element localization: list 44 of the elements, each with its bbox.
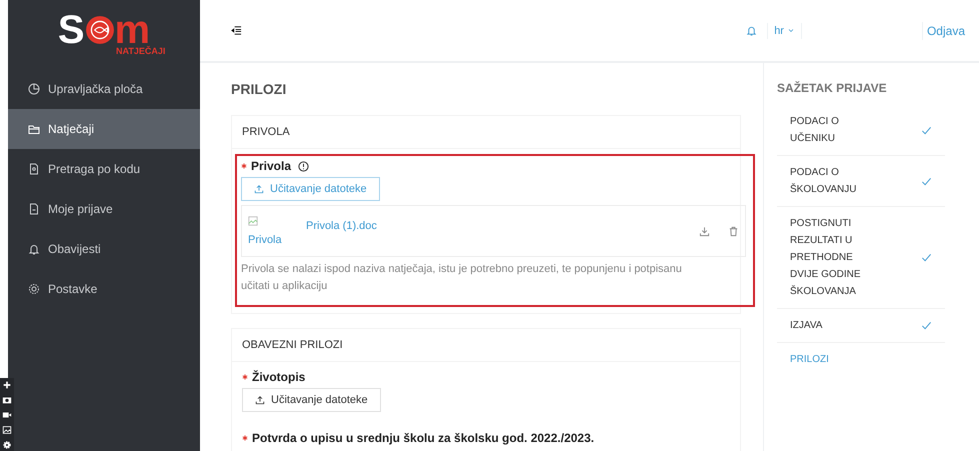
camera-icon[interactable]	[2, 395, 12, 405]
settings-icon	[28, 283, 40, 295]
hint-text: Privola se nalazi ispod naziva natječaja, istu je potrebno preuzeti, te popunjenu i potpisanu učitati u aplikaciju	[241, 262, 683, 294]
check-icon	[921, 252, 932, 263]
bell-icon	[28, 243, 40, 255]
field-label: Životopis	[252, 370, 306, 384]
page-title: PRILOZI	[231, 81, 288, 97]
summary-title: SAŽETAK PRIJAVE	[777, 81, 888, 95]
video-camera-icon[interactable]	[2, 410, 12, 420]
upload-button[interactable]: Učitavanje datoteke	[242, 388, 381, 412]
summary-item[interactable]: PODACI O UČENIKU	[777, 105, 945, 156]
download-icon[interactable]	[699, 226, 710, 236]
trash-icon[interactable]	[728, 226, 739, 236]
image-alt-text: Privola	[248, 234, 283, 246]
upload-icon	[255, 395, 265, 405]
field-label: Potvrda o upisu u srednju školu za školsku god. 2022./2023.	[252, 431, 594, 445]
upload-icon	[254, 184, 264, 194]
menu-icon[interactable]	[231, 25, 242, 36]
document-icon	[28, 203, 40, 215]
sidebar-item[interactable]: Natječaji	[8, 109, 200, 149]
pie-chart-icon	[28, 83, 40, 95]
summary-item[interactable]: PODACI O ŠKOLOVANJU	[777, 156, 945, 207]
bell-icon[interactable]	[746, 25, 758, 36]
fish-emblem-icon	[84, 15, 115, 45]
image-icon[interactable]	[2, 425, 12, 435]
broken-image-icon	[248, 216, 258, 226]
field-label: Privola	[251, 159, 292, 173]
sidebar-item[interactable]: Upravljačka ploča	[8, 69, 200, 109]
sidebar-item[interactable]: Moje prijave	[8, 189, 200, 229]
plus-icon[interactable]	[2, 380, 12, 390]
check-icon	[921, 176, 932, 186]
sidebar-item[interactable]: Pretraga po kodu	[8, 149, 200, 189]
section-title: OBAVEZNI PRILOZI	[232, 329, 740, 362]
section-title: PRIVOLA	[232, 116, 740, 149]
logo-letter: S	[58, 10, 85, 50]
check-icon	[921, 124, 932, 136]
folder-icon	[28, 123, 40, 135]
summary-item[interactable]: IZJAVA	[777, 309, 945, 343]
sidebar-item[interactable]: Obavijesti	[8, 229, 200, 269]
settings-icon[interactable]	[2, 440, 12, 450]
document-icon	[28, 163, 40, 175]
check-icon	[921, 320, 932, 331]
sidebar-item[interactable]: Postavke	[8, 269, 200, 309]
summary-item[interactable]: POSTIGNUTI REZULTATI U PRETHODNE DVIJE GODINE ŠKOLOVANJA	[777, 207, 945, 309]
